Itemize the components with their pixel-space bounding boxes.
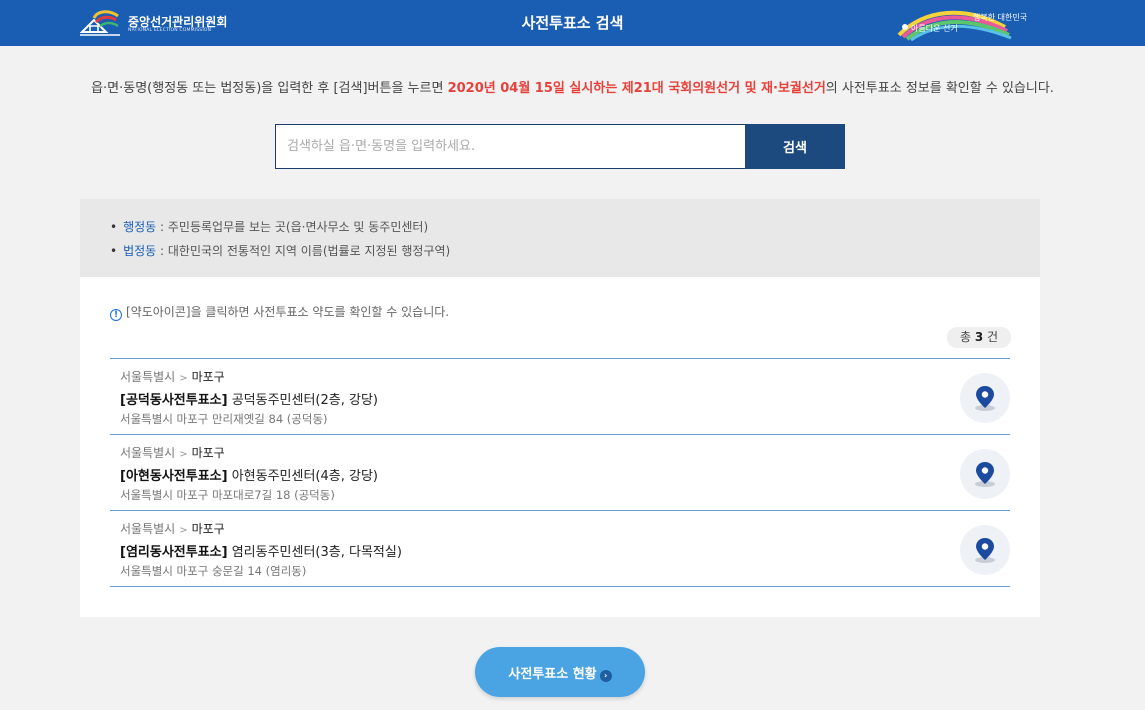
slogan-left: 아름다운 선거 xyxy=(911,24,958,33)
breadcrumb: 서울특별시 > 마포구 xyxy=(120,368,225,385)
info-term: 법정동 xyxy=(123,244,157,258)
intro-before: 읍·면·동명(행정동 또는 법정동)을 입력한 후 [검색]버튼을 누르면 xyxy=(91,81,448,96)
info-term: 행정동 xyxy=(123,220,157,234)
map-button[interactable] xyxy=(960,449,1010,499)
arrow-right-icon: › xyxy=(599,669,612,682)
crumb-city: 서울특별시 xyxy=(120,522,176,536)
station-label: [공덕동사전투표소] xyxy=(120,393,228,408)
info-box: • 행정동 : 주민등록업무를 보는 곳(읍·면사무소 및 동주민센터) • 법정동… xyxy=(80,199,1040,277)
map-pin-icon xyxy=(975,462,995,487)
crumb-gu: 마포구 xyxy=(191,370,225,384)
crumb-gu: 마포구 xyxy=(191,522,225,536)
intro-text: 읍·면·동명(행정동 또는 법정동)을 입력한 후 [검색]버튼을 누르면 20… xyxy=(0,77,1145,96)
result-list: 서울특별시 > 마포구 [공덕동사전투표소] 공덕동주민센터(2층, 강당) 서울특… xyxy=(110,358,1010,587)
status-button[interactable]: 사전투표소 현황 › xyxy=(475,647,645,697)
crumb-separator: > xyxy=(179,373,188,384)
station-place: 공덕동주민센터(2층, 강당) xyxy=(227,393,378,408)
info-item-haengjeong: • 행정동 : 주민등록업무를 보는 곳(읍·면사무소 및 동주민센터) xyxy=(110,218,428,235)
station-name: [염리동사전투표소] 염리동주민센터(3층, 다목적실) xyxy=(120,541,402,560)
map-tip: ! [약도아이콘]을 클릭하면 사전투표소 약도를 확인할 수 있습니다. xyxy=(110,303,449,321)
station-address: 서울특별시 마포구 만리재옛길 84 (공덕동) xyxy=(120,412,328,426)
station-label: [염리동사전투표소] xyxy=(120,545,228,560)
info-desc: : 주민등록업무를 보는 곳(읍·면사무소 및 동주민센터) xyxy=(156,220,429,234)
results-panel: ! [약도아이콘]을 클릭하면 사전투표소 약도를 확인할 수 있습니다. 총 3… xyxy=(80,277,1040,617)
station-name: [공덕동사전투표소] 공덕동주민센터(2층, 강당) xyxy=(120,389,378,408)
count-suffix: 건 xyxy=(983,330,999,344)
search-input[interactable] xyxy=(275,124,746,169)
intro-after: 의 사전투표소 정보를 확인할 수 있습니다. xyxy=(825,81,1054,96)
search-button[interactable]: 검색 xyxy=(745,124,845,169)
crumb-city: 서울특별시 xyxy=(120,370,176,384)
intro-highlight: 2020년 04월 15일 실시하는 제21대 국회의원선거 및 재·보궐선거 xyxy=(447,81,826,96)
info-icon: ! xyxy=(110,309,122,321)
breadcrumb: 서울특별시 > 마포구 xyxy=(120,444,225,461)
station-place: 아현동주민센터(4층, 강당) xyxy=(227,469,378,484)
station-address: 서울특별시 마포구 숭문길 14 (염리동) xyxy=(120,564,307,578)
bullet-icon: • xyxy=(110,220,118,234)
station-name: [아현동사전투표소] 아현동주민센터(4층, 강당) xyxy=(120,465,378,484)
map-button[interactable] xyxy=(960,525,1010,575)
breadcrumb: 서울특별시 > 마포구 xyxy=(120,520,225,537)
crumb-gu: 마포구 xyxy=(191,446,225,460)
result-count-badge: 총 3 건 xyxy=(947,327,1011,348)
search-bar: 검색 xyxy=(275,124,845,169)
info-desc: : 대한민국의 전통적인 지역 이름(법률로 지정된 행정구역) xyxy=(156,244,451,258)
station-label: [아현동사전투표소] xyxy=(120,469,228,484)
status-button-label: 사전투표소 현황 xyxy=(508,666,597,682)
slogan-banner: 아름다운 선거 행복한 대한민국 xyxy=(895,5,1045,41)
map-button[interactable] xyxy=(960,373,1010,423)
crumb-city: 서울특별시 xyxy=(120,446,176,460)
station-place: 염리동주민센터(3층, 다목적실) xyxy=(227,545,402,560)
crumb-separator: > xyxy=(179,525,188,536)
map-pin-icon xyxy=(975,386,995,411)
crumb-separator: > xyxy=(179,449,188,460)
list-item: 서울특별시 > 마포구 [염리동사전투표소] 염리동주민센터(3층, 다목적실) 서… xyxy=(110,511,1010,587)
station-address: 서울특별시 마포구 마포대로7길 18 (공덕동) xyxy=(120,488,335,502)
tip-text: [약도아이콘]을 클릭하면 사전투표소 약도를 확인할 수 있습니다. xyxy=(126,305,450,319)
count-prefix: 총 xyxy=(959,330,975,344)
info-item-beopjeong: • 법정동 : 대한민국의 전통적인 지역 이름(법률로 지정된 행정구역) xyxy=(110,242,450,259)
result-count: 3 xyxy=(974,330,984,344)
list-item: 서울특별시 > 마포구 [공덕동사전투표소] 공덕동주민센터(2층, 강당) 서울특… xyxy=(110,359,1010,435)
list-item: 서울특별시 > 마포구 [아현동사전투표소] 아현동주민센터(4층, 강당) 서울특… xyxy=(110,435,1010,511)
site-header: 중앙선거관리위원회 NATIONAL ELECTION COMMISSION 사… xyxy=(0,0,1145,46)
map-pin-icon xyxy=(975,538,995,563)
slogan-right: 행복한 대한민국 xyxy=(973,13,1028,22)
bullet-icon: • xyxy=(110,244,118,258)
